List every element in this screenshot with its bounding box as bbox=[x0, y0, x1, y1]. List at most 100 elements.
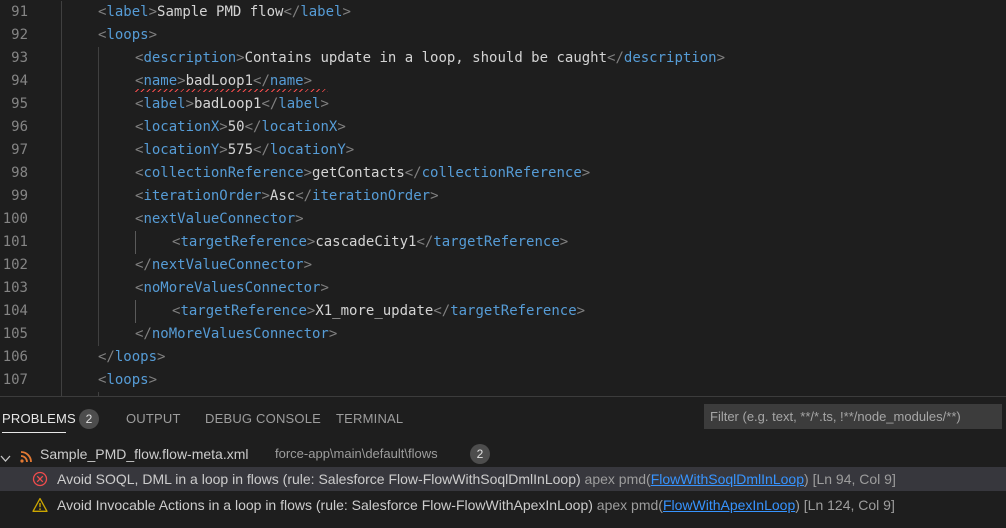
xml-tag-name: loops bbox=[114, 349, 158, 365]
xml-bracket: </ bbox=[98, 349, 115, 365]
xml-tag-name: label bbox=[278, 96, 321, 112]
xml-bracket: > bbox=[236, 50, 245, 66]
xml-bracket: > bbox=[148, 4, 158, 20]
code-line[interactable]: 98 <collectionReference>getContacts</coll… bbox=[0, 162, 1006, 185]
problem-rule-link[interactable]: FlowWithSoqlDmlInLoop bbox=[651, 471, 804, 487]
indent-guide bbox=[61, 254, 62, 277]
code-line[interactable]: 105 </noMoreValuesConnector> bbox=[0, 323, 1006, 346]
code-line[interactable]: 96 <locationX>50</locationX> bbox=[0, 116, 1006, 139]
indent-guide bbox=[98, 70, 99, 93]
line-number: 91 bbox=[11, 4, 28, 20]
line-number: 105 bbox=[2, 326, 28, 342]
tab-problems[interactable]: PROBLEMS bbox=[2, 408, 76, 430]
xml-bracket: > bbox=[303, 73, 313, 89]
xml-tag-name: name bbox=[143, 73, 178, 89]
line-number: 100 bbox=[2, 211, 28, 227]
problem-line: Avoid Invocable Actions in a loop in flo… bbox=[57, 493, 895, 517]
indent-guide bbox=[98, 300, 99, 323]
indent-guide bbox=[98, 47, 99, 70]
code-editor[interactable]: 91 <label>Sample PMD flow</label> 92 <loops… bbox=[0, 0, 1006, 396]
tab-output[interactable]: OUTPUT bbox=[126, 408, 181, 430]
indent-guide bbox=[98, 323, 99, 346]
xml-bracket: </ bbox=[135, 326, 152, 342]
tab-debug-console[interactable]: DEBUG CONSOLE bbox=[205, 408, 321, 430]
xml-bracket: </ bbox=[253, 142, 270, 158]
indent-guide bbox=[98, 139, 99, 162]
xml-tag-name: name bbox=[269, 73, 304, 89]
xml-tag-name: loops bbox=[106, 27, 149, 43]
problem-source: apex pmd bbox=[584, 471, 647, 487]
xml-tag-name: description bbox=[623, 50, 717, 66]
line-number: 106 bbox=[2, 349, 28, 365]
code-line[interactable]: 103 <noMoreValuesConnector> bbox=[0, 277, 1006, 300]
indent-guide bbox=[61, 24, 62, 47]
line-number: 94 bbox=[11, 73, 28, 89]
xml-bracket: > bbox=[295, 211, 304, 227]
problem-message: Avoid Invocable Actions in a loop in flo… bbox=[57, 497, 593, 513]
problem-rule-link[interactable]: FlowWithApexInLoop bbox=[663, 497, 795, 513]
code-text: </noMoreValuesConnector> bbox=[135, 323, 337, 346]
problem-row-error[interactable]: Avoid SOQL, DML in a loop in flows (rule… bbox=[0, 467, 1006, 491]
xml-tag-name: iterationOrder bbox=[143, 188, 262, 204]
xml-text: 575 bbox=[227, 142, 254, 158]
problem-row-warning[interactable]: Avoid Invocable Actions in a loop in flo… bbox=[0, 493, 1006, 517]
code-line[interactable]: 94 <name>badLoop1</name> bbox=[0, 70, 1006, 93]
indent-guide bbox=[61, 93, 62, 116]
indent-guide bbox=[61, 208, 62, 231]
xml-bracket: > bbox=[337, 119, 346, 135]
code-line[interactable]: 99 <iterationOrder>Asc</iterationOrder> bbox=[0, 185, 1006, 208]
bottom-panel: PROBLEMS 2 OUTPUT DEBUG CONSOLE TERMINAL… bbox=[0, 396, 1006, 528]
problem-message: Avoid SOQL, DML in a loop in flows (rule… bbox=[57, 471, 581, 487]
xml-tag-name: locationY bbox=[143, 142, 220, 158]
xml-bracket: > bbox=[342, 4, 351, 20]
problems-filter-input[interactable] bbox=[704, 404, 1002, 429]
xml-bracket: > bbox=[157, 349, 166, 365]
code-line[interactable]: 101 <targetReference>cascadeCity1</target… bbox=[0, 231, 1006, 254]
xml-bracket: > bbox=[148, 372, 158, 388]
xml-bracket: > bbox=[185, 96, 195, 112]
problem-file-row[interactable]: Sample_PMD_flow.flow-meta.xml force-app\… bbox=[0, 442, 1006, 466]
indent-guide bbox=[61, 185, 62, 208]
rss-file-icon bbox=[20, 448, 32, 467]
xml-tag-name: locationY bbox=[269, 142, 346, 158]
xml-bracket: > bbox=[303, 165, 313, 181]
indent-guide bbox=[98, 208, 99, 231]
code-line[interactable]: 95 <label>badLoop1</label> bbox=[0, 93, 1006, 116]
tab-terminal[interactable]: TERMINAL bbox=[336, 408, 403, 430]
xml-text: badLoop1 bbox=[194, 96, 262, 112]
problem-file-count-badge: 2 bbox=[470, 444, 490, 464]
xml-tag-name: label bbox=[143, 96, 186, 112]
line-number: 97 bbox=[11, 142, 28, 158]
line-number: 96 bbox=[11, 119, 28, 135]
code-line[interactable]: 106 </loops> bbox=[0, 346, 1006, 369]
code-line[interactable]: 91 <label>Sample PMD flow</label> bbox=[0, 1, 1006, 24]
indent-guide bbox=[61, 277, 62, 300]
xml-bracket: > bbox=[320, 96, 329, 112]
indent-guide bbox=[61, 139, 62, 162]
code-text: </nextValueConnector> bbox=[135, 254, 312, 277]
code-text: <noMoreValuesConnector> bbox=[135, 277, 329, 300]
code-text: <loops> bbox=[98, 24, 157, 47]
line-number: 98 bbox=[11, 165, 28, 181]
indent-guide bbox=[61, 231, 62, 254]
indent-guide bbox=[61, 369, 62, 392]
code-line[interactable]: 104 <targetReference>X1_more_update</targ… bbox=[0, 300, 1006, 323]
xml-text: X1_more_update bbox=[315, 303, 434, 319]
code-text: <description>Contains update in a loop, … bbox=[135, 47, 725, 70]
code-line[interactable]: 102 </nextValueConnector> bbox=[0, 254, 1006, 277]
xml-text: Sample PMD flow bbox=[157, 4, 284, 20]
code-line[interactable]: 97 <locationY>575</locationY> bbox=[0, 139, 1006, 162]
xml-bracket: > bbox=[430, 188, 439, 204]
xml-text: getContacts bbox=[312, 165, 405, 181]
line-number: 104 bbox=[2, 303, 28, 319]
code-text: <collectionReference>getContacts</collec… bbox=[135, 162, 590, 185]
chevron-down-icon[interactable] bbox=[0, 449, 11, 468]
code-line[interactable]: 92 <loops> bbox=[0, 24, 1006, 47]
code-line[interactable]: 93 <description>Contains update in a loop… bbox=[0, 47, 1006, 70]
code-line[interactable]: 107 <loops> bbox=[0, 369, 1006, 392]
xml-bracket: > bbox=[148, 27, 158, 43]
xml-tag-name: collectionReference bbox=[143, 165, 304, 181]
code-line[interactable]: 100 <nextValueConnector> bbox=[0, 208, 1006, 231]
xml-text: cascadeCity1 bbox=[315, 234, 417, 250]
indent-guide bbox=[98, 231, 99, 254]
